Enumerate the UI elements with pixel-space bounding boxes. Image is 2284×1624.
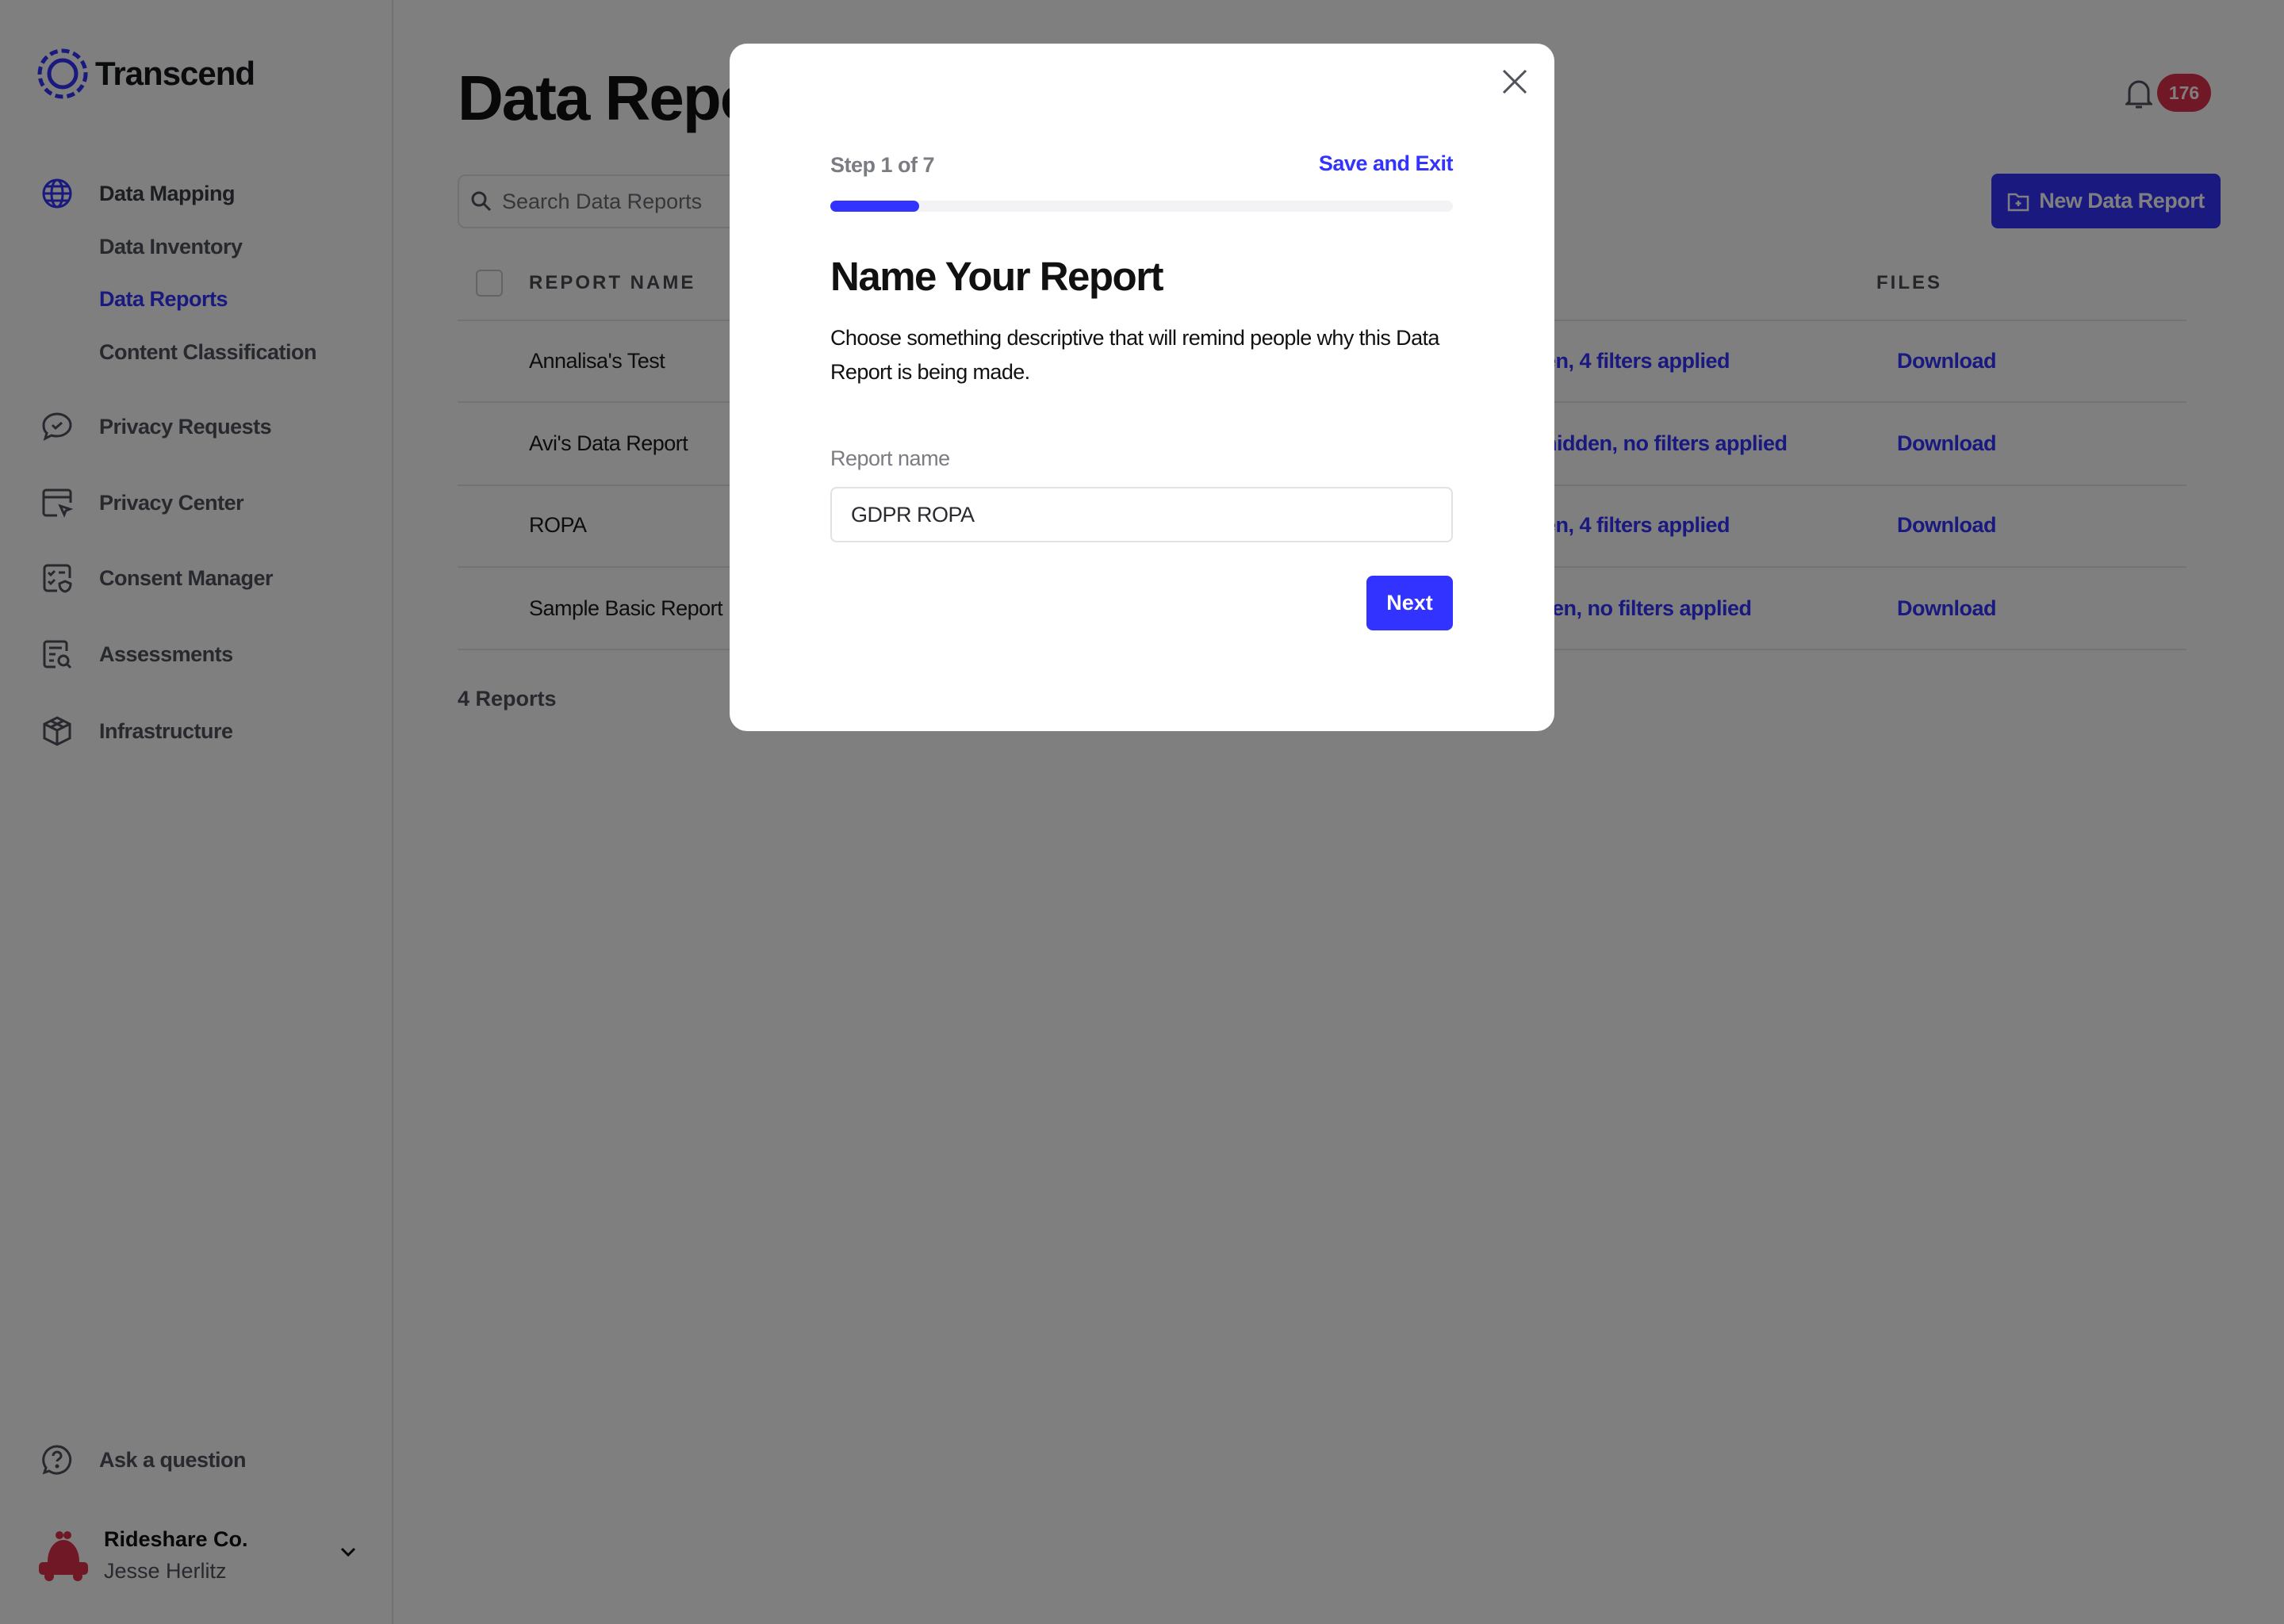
step-indicator: Step 1 of 7 [830,153,935,177]
report-name-input[interactable]: GDPR ROPA [830,487,1453,542]
report-name-label: Report name [830,446,950,470]
next-button[interactable]: Next [1366,576,1453,630]
progress-bar [830,201,1453,212]
name-report-modal: Step 1 of 7 Save and Exit Name Your Repo… [730,44,1554,731]
close-icon[interactable] [1500,67,1529,100]
save-and-exit-link[interactable]: Save and Exit [1319,151,1454,176]
modal-description: Choose something descriptive that will r… [830,326,1439,384]
progress-fill [830,201,920,212]
modal-heading: Name Your Report [830,254,1164,299]
